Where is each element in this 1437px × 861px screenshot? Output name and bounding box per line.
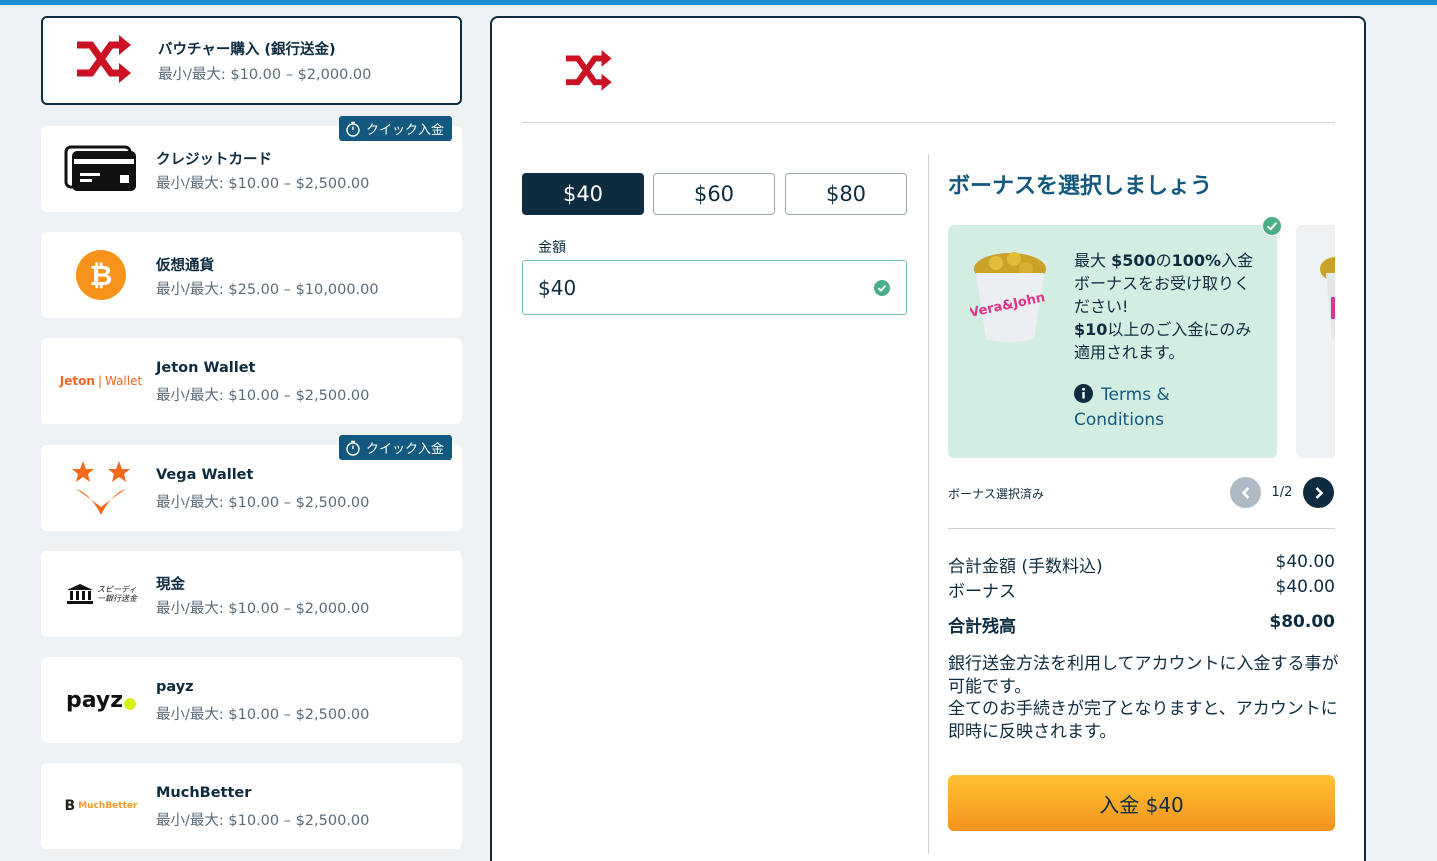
- divider: [948, 528, 1335, 529]
- pager-count: 1/2: [1271, 485, 1293, 500]
- method-limit: 最小/最大: $10.00 – $2,000.00: [156, 601, 370, 617]
- amount-field: [522, 260, 907, 315]
- method-muchbetter[interactable]: B MuchBetter MuchBetter 最小/最大: $10.00 – …: [41, 763, 462, 849]
- top-accent-bar: [0, 0, 1437, 5]
- chevron-right-icon: [1315, 486, 1323, 499]
- summary-bonus-label: ボーナス: [948, 582, 1016, 602]
- method-name: payz: [156, 679, 194, 695]
- summary-balance-label: 合計残高: [948, 617, 1016, 637]
- method-limit: 最小/最大: $10.00 – $2,500.00: [156, 176, 370, 192]
- method-description: 銀行送金方法を利用してアカウントに入金する事が可能です。 全てのお手続きが完了と…: [948, 654, 1339, 742]
- pager-next-button[interactable]: [1303, 477, 1334, 508]
- vertical-divider: [928, 154, 929, 854]
- terms-link[interactable]: Terms & Conditions: [1074, 383, 1214, 433]
- payz-logo: payz: [49, 657, 153, 743]
- method-limit: 最小/最大: $10.00 – $2,500.00: [156, 388, 370, 404]
- bonus-title: ボーナスを選択しましょう: [948, 174, 1213, 199]
- bonus-card-next[interactable]: [1296, 225, 1335, 458]
- quick-deposit-badge: クイック入金: [338, 435, 452, 460]
- method-voucher-bank-transfer[interactable]: バウチャー購入 (銀行送金) 最小/最大: $10.00 – $2,000.00: [41, 16, 462, 105]
- deposit-panel: $40 $60 $80 金額 ボーナスを選択しましょう Vera&John 最大…: [490, 16, 1366, 861]
- summary-bonus-row: ボーナス $40.00: [948, 577, 1335, 602]
- bonus-pager: 1/2: [1230, 477, 1334, 508]
- info-icon: [1074, 384, 1093, 403]
- bonus-selected-label: ボーナス選択済み: [948, 487, 1045, 501]
- amount-label: 金額: [538, 240, 566, 256]
- quick-deposit-label: クイック入金: [365, 123, 444, 138]
- bonus-selected-check-icon: [1262, 216, 1282, 236]
- speedy-bank-transfer-logo: スピーディー銀行送金: [49, 551, 153, 637]
- vega-wallet-logo: [49, 445, 153, 531]
- bitcoin-icon: ₿: [49, 232, 153, 318]
- method-name: クレジットカード: [156, 152, 272, 168]
- bonus-bucket-image: Vera&John: [968, 247, 1050, 347]
- svg-text:₿: ₿: [90, 259, 113, 292]
- quick-deposit-badge: クイック入金: [338, 116, 452, 141]
- summary-bonus-value: $40.00: [1275, 577, 1335, 597]
- summary-total-label: 合計金額 (手数料込): [948, 557, 1103, 577]
- method-cash[interactable]: スピーディー銀行送金 現金 最小/最大: $10.00 – $2,000.00: [41, 551, 462, 637]
- pager-prev-button[interactable]: [1230, 477, 1261, 508]
- method-name: Jeton Wallet: [156, 360, 256, 376]
- method-name: 現金: [156, 577, 185, 593]
- method-limit: 最小/最大: $10.00 – $2,500.00: [156, 495, 370, 511]
- method-name: Vega Wallet: [156, 467, 254, 483]
- method-jeton-wallet[interactable]: Jeton | Wallet Jeton Wallet 最小/最大: $10.0…: [41, 338, 462, 424]
- credit-card-icon: [49, 126, 153, 212]
- method-limit: 最小/最大: $10.00 – $2,500.00: [156, 707, 370, 723]
- shuffle-icon: [562, 50, 614, 98]
- shuffle-icon: [51, 18, 155, 103]
- method-limit: 最小/最大: $25.00 – $10,000.00: [156, 282, 379, 298]
- chevron-left-icon: [1241, 486, 1249, 499]
- method-limit: 最小/最大: $10.00 – $2,500.00: [156, 813, 370, 829]
- method-payz[interactable]: payz payz 最小/最大: $10.00 – $2,500.00: [41, 657, 462, 743]
- bonus-card-selected[interactable]: Vera&John 最大 $500の100%入金ボーナスをお受け取りください! …: [948, 225, 1277, 458]
- method-vega-wallet[interactable]: Vega Wallet 最小/最大: $10.00 – $2,500.00 クイ…: [41, 435, 462, 531]
- deposit-button[interactable]: 入金 $40: [948, 775, 1335, 831]
- jeton-wallet-logo: Jeton | Wallet: [59, 374, 143, 388]
- summary-balance-value: $80.00: [1269, 612, 1335, 632]
- method-crypto[interactable]: ₿ 仮想通貨 最小/最大: $25.00 – $10,000.00: [41, 232, 462, 318]
- divider: [522, 122, 1335, 123]
- bonus-description: 最大 $500の100%入金ボーナスをお受け取りください! $10以上のご入金に…: [1074, 251, 1254, 362]
- amount-input[interactable]: [523, 261, 843, 314]
- method-name: 仮想通貨: [156, 258, 214, 274]
- check-circle-icon: [874, 280, 890, 296]
- summary-balance-row: 合計残高 $80.00: [948, 612, 1335, 637]
- amount-button-80[interactable]: $80: [785, 173, 907, 215]
- muchbetter-logo: B MuchBetter: [64, 798, 138, 814]
- method-credit-card[interactable]: クレジットカード 最小/最大: $10.00 – $2,500.00 クイック入…: [41, 116, 462, 212]
- quick-deposit-label: クイック入金: [365, 442, 444, 457]
- summary-total-row: 合計金額 (手数料込) $40.00: [948, 552, 1335, 577]
- summary-total-value: $40.00: [1275, 552, 1335, 572]
- amount-button-40[interactable]: $40: [522, 173, 644, 215]
- amount-button-60[interactable]: $60: [653, 173, 775, 215]
- method-name: MuchBetter: [156, 785, 252, 801]
- stopwatch-icon: [346, 440, 360, 456]
- method-name: バウチャー購入 (銀行送金): [158, 42, 336, 58]
- method-limit: 最小/最大: $10.00 – $2,000.00: [158, 67, 372, 83]
- stopwatch-icon: [346, 121, 360, 137]
